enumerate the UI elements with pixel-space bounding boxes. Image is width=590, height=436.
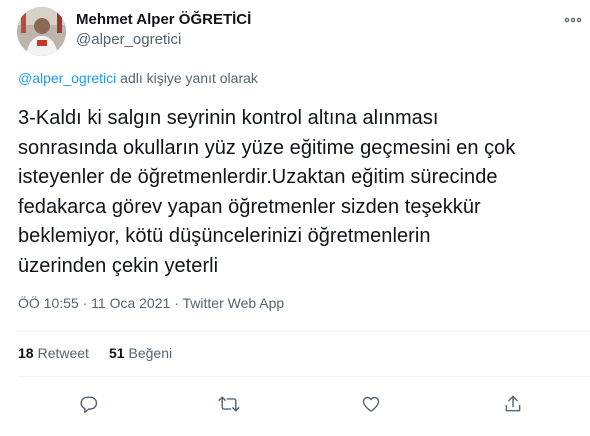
- tweet-text: 3-Kaldı ki salgın seyrinin kontrol altın…: [18, 107, 516, 277]
- avatar[interactable]: [17, 7, 66, 56]
- reply-mention-link[interactable]: @alper_ogretici: [18, 70, 116, 86]
- meta-separator: ·: [82, 295, 88, 311]
- avatar-image: [17, 7, 66, 56]
- tweet-card: Mehmet Alper ÖĞRETİCİ @alper_ogretici @a…: [0, 0, 590, 436]
- reply-context: @alper_ogretici adlı kişiye yanıt olarak: [18, 70, 258, 86]
- share-upload-icon: [505, 395, 521, 412]
- retweet-arrows-icon: [218, 396, 240, 412]
- divider: [18, 376, 590, 377]
- tweet-meta: ÖÖ 10:55 · 11 Oca 2021 · Twitter Web App: [18, 295, 284, 311]
- meta-separator: ·: [174, 295, 179, 311]
- retweet-button[interactable]: [216, 391, 242, 417]
- retweet-stat-link[interactable]: 18 Retweet: [18, 345, 89, 361]
- like-count: 51: [108, 345, 125, 361]
- retweet-label: Retweet: [37, 345, 89, 361]
- reply-context-text: adlı kişiye yanıt olarak: [120, 70, 258, 86]
- heart-icon: [362, 396, 380, 412]
- more-horizontal-icon: [564, 17, 582, 23]
- like-button[interactable]: [358, 391, 384, 417]
- retweet-count: 18: [18, 345, 34, 361]
- more-options-button[interactable]: [556, 10, 590, 30]
- share-button[interactable]: [500, 391, 526, 417]
- tweet-source[interactable]: Twitter Web App: [183, 295, 285, 311]
- engagement-stats: 18 Retweet 51 Beğeni: [18, 345, 172, 361]
- author-handle[interactable]: @alper_ogretici: [76, 31, 181, 48]
- author-name[interactable]: Mehmet Alper ÖĞRETİCİ: [76, 11, 251, 28]
- reply-button[interactable]: [76, 391, 102, 417]
- divider: [18, 331, 590, 332]
- like-label: Beğeni: [128, 345, 173, 361]
- tweet-time[interactable]: ÖÖ 10:55: [18, 295, 79, 311]
- tweet-date[interactable]: 11 Oca 2021: [91, 295, 170, 311]
- reply-bubble-icon: [80, 396, 98, 414]
- like-stat-link[interactable]: 51 Beğeni: [109, 345, 172, 361]
